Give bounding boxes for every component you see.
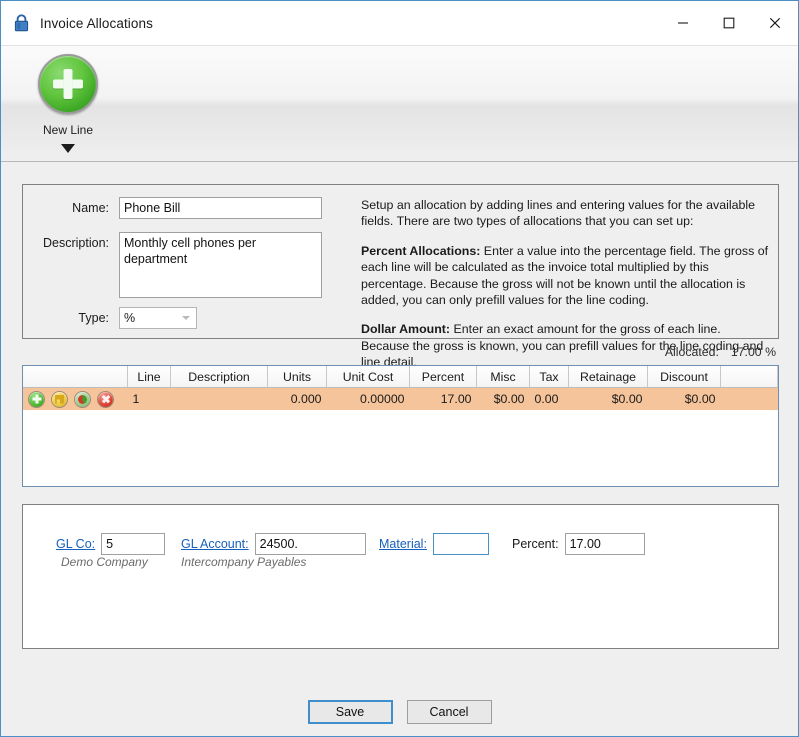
type-select[interactable]: % (119, 307, 197, 329)
gl-account-label[interactable]: GL Account: (181, 533, 249, 555)
main-content: Name: Description: Type: % Setup an allo… (1, 162, 798, 687)
grid-col-misc[interactable]: Misc (476, 366, 530, 388)
grid-col-units[interactable]: Units (267, 366, 327, 388)
gl-co-input[interactable] (101, 533, 166, 555)
gl-co-label[interactable]: GL Co: (56, 533, 95, 555)
new-line-button[interactable]: New Line (25, 54, 111, 153)
save-button[interactable]: Save (307, 699, 393, 724)
allocation-header-panel: Name: Description: Type: % Setup an allo… (22, 184, 779, 369)
material-input[interactable] (432, 533, 489, 555)
description-field-row: Description: (23, 232, 322, 298)
type-label: Type: (78, 311, 109, 325)
grid-header-row: Line Description Units Unit Cost Percent… (23, 366, 778, 388)
chevron-down-icon (182, 316, 190, 320)
lock-icon (13, 13, 30, 33)
row-units[interactable]: 0.000 (267, 387, 327, 410)
invoice-allocations-window: Invoice Allocations New Line Name: Phone… (0, 0, 799, 737)
type-selected-value: % (124, 311, 136, 325)
name-field-row: Name: (23, 197, 322, 219)
material-label[interactable]: Material: (379, 533, 427, 555)
line-coding-panel: GL Co: Demo Company GL Account: Intercom… (22, 504, 779, 649)
delete-row-icon[interactable] (98, 391, 113, 407)
grid-col-retainage[interactable]: Retainage (568, 366, 648, 388)
gl-co-field: GL Co: (56, 533, 166, 555)
type-field-row: Type: % (23, 307, 197, 329)
row-tax[interactable]: 0.00 (529, 387, 569, 410)
grid-col-percent[interactable]: Percent (409, 366, 477, 388)
allocated-label: Allocated: (664, 345, 719, 359)
minimize-icon[interactable] (660, 1, 706, 45)
gl-account-field: GL Account: (181, 533, 366, 555)
grid-col-actions (23, 366, 128, 388)
close-icon[interactable] (752, 1, 798, 45)
cancel-button[interactable]: Cancel (406, 699, 492, 724)
row-actions-cell (23, 387, 128, 410)
maximize-icon[interactable] (706, 1, 752, 45)
allocation-lines-grid[interactable]: Line Description Units Unit Cost Percent… (22, 365, 779, 487)
help-intro: Setup an allocation by adding lines and … (361, 198, 756, 229)
row-line: 1 (127, 387, 171, 410)
dialog-footer: Save Cancel (1, 687, 798, 736)
row-discount[interactable]: $0.00 (647, 387, 721, 410)
percent-field: Percent: (512, 533, 645, 555)
description-label: Description: (43, 236, 109, 250)
window-title: Invoice Allocations (40, 15, 153, 31)
grid-col-discount[interactable]: Discount (647, 366, 721, 388)
add-row-icon[interactable] (29, 391, 44, 407)
gl-account-input[interactable] (254, 533, 366, 555)
name-input[interactable] (119, 197, 322, 219)
refresh-row-icon[interactable] (75, 391, 90, 407)
allocated-value: 17.00 % (730, 345, 776, 359)
row-retainage[interactable]: $0.00 (568, 387, 648, 410)
grid-col-line[interactable]: Line (127, 366, 171, 388)
caret-down-icon[interactable] (61, 144, 75, 153)
gl-co-description: Demo Company (61, 555, 148, 569)
grid-col-unit-cost[interactable]: Unit Cost (326, 366, 410, 388)
title-bar: Invoice Allocations (1, 1, 798, 46)
save-row-icon[interactable] (52, 391, 67, 407)
help-percent: Percent Allocations: Enter a value into … (361, 243, 771, 309)
grid-col-filler (720, 366, 778, 388)
window-controls (660, 1, 798, 45)
grid-col-description[interactable]: Description (170, 366, 268, 388)
allocated-summary: Allocated: 17.00 % (665, 345, 776, 359)
new-line-label: New Line (42, 123, 94, 137)
row-misc[interactable]: $0.00 (476, 387, 530, 410)
help-percent-title: Percent Allocations: (361, 243, 481, 258)
row-description[interactable] (170, 387, 268, 410)
description-input[interactable] (119, 232, 322, 298)
grid-col-tax[interactable]: Tax (529, 366, 569, 388)
row-percent[interactable]: 17.00 (409, 387, 477, 410)
material-field: Material: (379, 533, 489, 555)
percent-input[interactable] (564, 533, 645, 555)
table-row[interactable]: 1 0.000 0.00000 17.00 $0.00 0.00 $0.00 $… (23, 387, 778, 410)
help-dollar-title: Dollar Amount: (361, 322, 451, 337)
grid-table: Line Description Units Unit Cost Percent… (23, 366, 778, 410)
gl-account-description: Intercompany Payables (181, 555, 307, 569)
row-filler (720, 387, 778, 410)
green-plus-circle-icon (38, 54, 98, 114)
toolbar: New Line (1, 46, 798, 162)
percent-label: Percent: (512, 537, 559, 551)
row-unit-cost[interactable]: 0.00000 (326, 387, 410, 410)
name-label: Name: (72, 201, 109, 215)
